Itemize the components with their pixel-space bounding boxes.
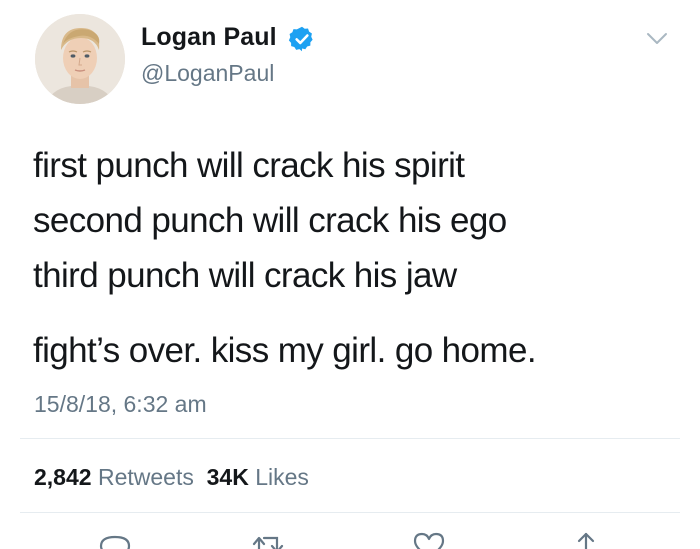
share-button[interactable] [568,530,604,549]
tweet-text-line: fight’s over. kiss my girl. go home. [33,331,537,370]
reply-button[interactable] [97,530,133,549]
like-button[interactable] [411,530,447,549]
retweets-count: 2,842 [34,464,92,490]
divider [20,438,680,439]
avatar[interactable] [35,14,125,104]
retweets-stat[interactable]: 2,842 Retweets [34,464,194,490]
retweet-button[interactable] [250,530,286,549]
tweet-stats: 2,842 Retweets 34K Likes [34,464,309,491]
retweets-label: Retweets [97,464,194,490]
tweet-text-line: second punch will crack his ego [33,201,507,240]
tweet-timestamp[interactable]: 15/8/18, 6:32 am [34,391,207,418]
likes-count: 34K [206,464,249,490]
likes-label: Likes [255,464,309,490]
divider [20,512,680,513]
tweet-text-line: first punch will crack his spirit [33,146,465,185]
reply-icon [99,535,131,549]
tweet-card: Logan Paul @LoganPaul first punch will c… [0,0,700,549]
share-icon [577,532,595,549]
display-name[interactable]: Logan Paul [141,23,277,52]
chevron-down-icon[interactable] [646,32,668,46]
like-icon [413,532,445,549]
retweet-icon [252,536,284,549]
likes-stat[interactable]: 34K Likes [207,464,309,490]
user-handle[interactable]: @LoganPaul [141,60,274,87]
tweet-text-line: third punch will crack his jaw [33,256,457,295]
avatar-image [35,14,125,104]
verified-badge-icon [288,26,313,52]
